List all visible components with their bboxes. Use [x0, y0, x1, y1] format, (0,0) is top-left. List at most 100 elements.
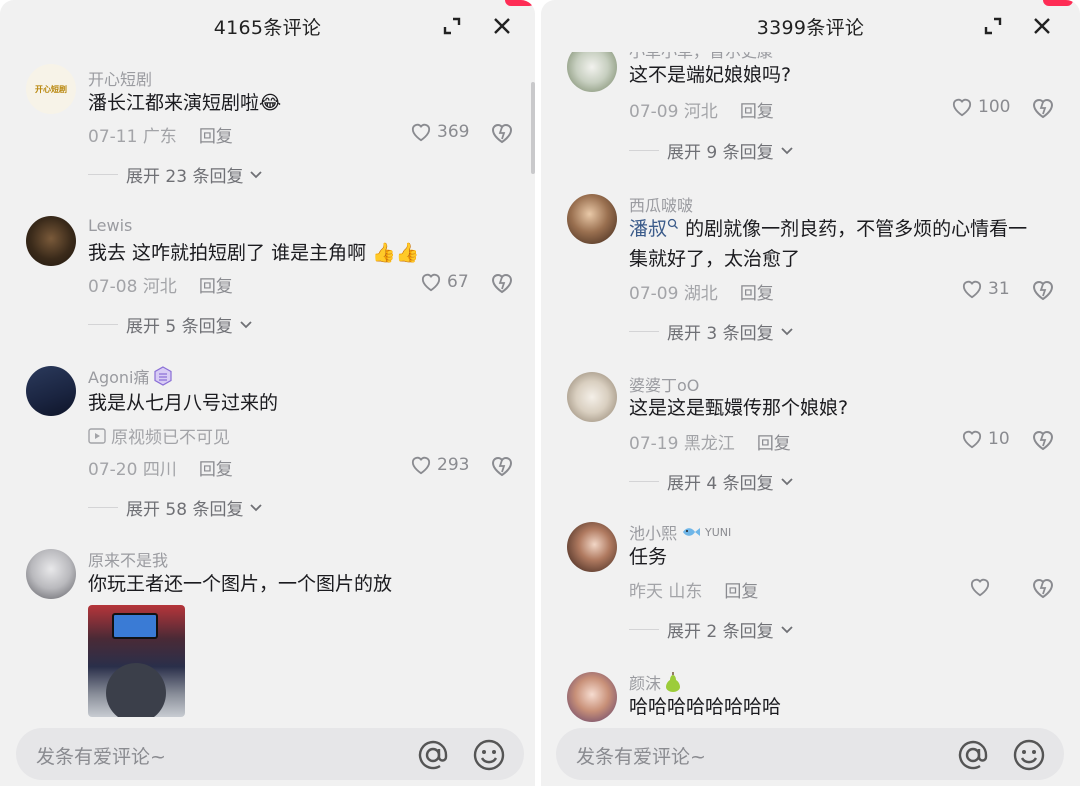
like-button[interactable]: 10 — [961, 429, 1010, 449]
level-badge-icon — [154, 366, 173, 386]
like-count: 31 — [988, 279, 1010, 299]
expand-replies-button[interactable]: 展开 3 条回复 — [629, 319, 794, 344]
like-button[interactable]: 293 — [410, 455, 469, 475]
chevron-down-icon — [250, 503, 263, 511]
avatar[interactable] — [567, 194, 617, 244]
heart-icon — [421, 273, 441, 292]
comment-meta: 07-19 黑龙江 回复 — [629, 434, 791, 454]
avatar[interactable] — [26, 216, 76, 266]
comment-input[interactable]: 发条有爱评论~ — [576, 742, 706, 769]
comment-text-line2: 集就好了，太治愈了 — [629, 248, 801, 270]
dislike-icon[interactable] — [490, 272, 514, 298]
comment-username[interactable]: 西瓜啵啵 — [629, 192, 693, 216]
comment-text: 这不是端妃娘娘吗? — [629, 64, 792, 86]
comment-text: 任务 — [629, 546, 668, 568]
dislike-icon[interactable] — [490, 122, 514, 148]
avatar[interactable] — [567, 672, 617, 722]
pear-icon — [666, 672, 681, 692]
dislike-icon[interactable] — [1031, 577, 1055, 603]
comments-header: 4165条评论 — [0, 0, 535, 52]
comment-username[interactable]: 原来不是我 — [88, 547, 168, 571]
chevron-down-icon — [239, 320, 252, 328]
emoji-icon[interactable] — [1012, 738, 1046, 772]
mention-icon[interactable] — [956, 738, 990, 772]
comment-input[interactable]: 发条有爱评论~ — [36, 742, 166, 769]
expand-icon[interactable] — [979, 12, 1007, 40]
comment-username[interactable]: 开心短剧 — [88, 66, 152, 90]
heart-icon — [952, 98, 972, 117]
reply-button[interactable]: 回复 — [757, 434, 791, 454]
red-tab — [505, 0, 535, 6]
comment-text: 你玩王者还一个图片，一个图片的放 — [88, 573, 393, 595]
reply-button[interactable]: 回复 — [740, 102, 774, 122]
chevron-down-icon — [780, 477, 793, 485]
like-count: 10 — [988, 429, 1010, 449]
comment-meta: 07-08 河北 回复 — [88, 277, 233, 297]
expand-replies-button[interactable]: 展开 9 条回复 — [629, 138, 794, 163]
heart-icon — [962, 280, 982, 299]
reply-button[interactable]: 回复 — [724, 582, 758, 602]
comment-text: 潘长江都来演短剧啦😂 — [88, 92, 282, 114]
expand-icon[interactable] — [438, 12, 466, 40]
expand-replies-button[interactable]: 展开 5 条回复 — [88, 312, 253, 337]
mention-icon[interactable] — [416, 738, 450, 772]
like-button[interactable]: 31 — [961, 279, 1010, 299]
chevron-down-icon — [780, 625, 793, 633]
comment-meta: 07-09 河北 回复 — [629, 102, 774, 122]
comment-image[interactable] — [88, 605, 185, 717]
like-button[interactable] — [969, 577, 991, 597]
comment-meta: 07-11 广东 回复 — [88, 127, 233, 147]
comment-text: 我去 这咋就拍短剧了 谁是主角啊 👍👍 — [88, 242, 420, 264]
dislike-icon[interactable] — [1031, 279, 1055, 305]
chevron-down-icon — [250, 170, 263, 178]
like-button[interactable]: 67 — [420, 272, 469, 292]
comment-username[interactable]: 颜沫 — [629, 670, 681, 694]
avatar[interactable] — [567, 52, 617, 92]
comments-list-right: 小草小草，普尔史康 这不是端妃娘娘吗? 07-09 河北回复 100 展开 9 … — [541, 52, 1080, 728]
expand-replies-button[interactable]: 展开 58 条回复 — [88, 495, 263, 520]
expand-replies-button[interactable]: 展开 2 条回复 — [629, 617, 794, 642]
reply-button[interactable]: 回复 — [740, 284, 774, 304]
dislike-icon[interactable] — [1031, 429, 1055, 455]
like-count: 369 — [437, 122, 470, 142]
expand-replies-button[interactable]: 展开 4 条回复 — [629, 469, 794, 494]
like-button[interactable]: 100 — [951, 97, 1010, 117]
like-count: 293 — [437, 455, 470, 475]
comment-meta: 07-20 四川 回复 — [88, 460, 233, 480]
like-count: 67 — [447, 272, 469, 292]
comment-username[interactable]: Agoni痛 — [88, 364, 173, 388]
dislike-icon[interactable] — [1031, 97, 1055, 123]
avatar[interactable]: 开心短剧 — [26, 64, 76, 114]
reply-button[interactable]: 回复 — [199, 277, 233, 297]
expand-replies-button[interactable]: 展开 23 条回复 — [88, 162, 263, 187]
comment-meta: 昨天 山东 回复 — [629, 582, 759, 602]
avatar[interactable] — [567, 522, 617, 572]
comment-username[interactable]: Lewis — [88, 216, 132, 235]
heart-icon — [970, 578, 990, 597]
red-tab — [1043, 0, 1073, 6]
avatar[interactable] — [26, 549, 76, 599]
fish-icon — [683, 528, 701, 536]
comment-input-bar[interactable]: 发条有爱评论~ — [16, 728, 524, 780]
heart-icon — [411, 123, 431, 142]
comment-text: 我是从七月八号过来的 — [88, 392, 279, 414]
heart-icon — [411, 456, 431, 475]
avatar[interactable] — [26, 366, 76, 416]
mention-link[interactable]: 潘叔 — [629, 218, 667, 240]
emoji-icon[interactable] — [472, 738, 506, 772]
comment-username[interactable]: 池小熙 YUNI — [629, 520, 731, 544]
chevron-down-icon — [780, 146, 793, 154]
close-icon[interactable] — [488, 12, 516, 40]
comment-input-bar[interactable]: 发条有爱评论~ — [556, 728, 1064, 780]
scrollbar[interactable] — [531, 82, 535, 174]
comment-text: 潘叔 的剧就像一剂良药，不管多烦的心情看一 — [629, 218, 1028, 240]
avatar[interactable] — [567, 372, 617, 422]
search-icon — [667, 218, 678, 229]
reply-button[interactable]: 回复 — [199, 460, 233, 480]
close-icon[interactable] — [1028, 12, 1056, 40]
heart-icon — [962, 430, 982, 449]
reply-button[interactable]: 回复 — [199, 127, 233, 147]
like-button[interactable]: 369 — [410, 122, 469, 142]
dislike-icon[interactable] — [490, 455, 514, 481]
video-icon — [88, 427, 106, 444]
